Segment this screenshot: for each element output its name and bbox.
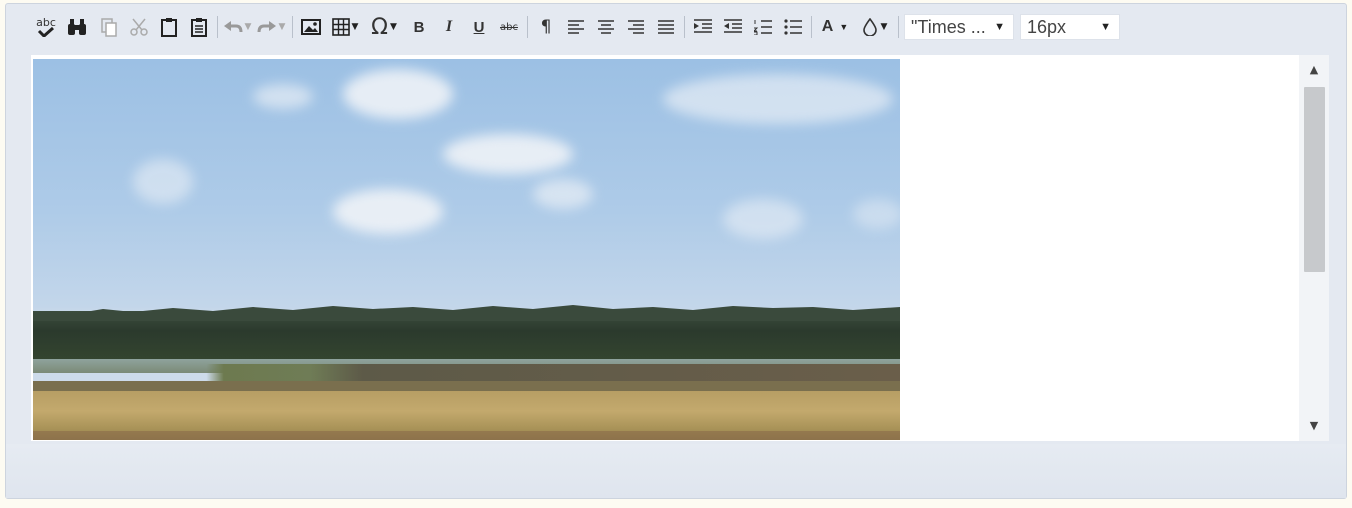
- scroll-up-icon[interactable]: ▲: [1299, 59, 1329, 79]
- scrollbar-thumb[interactable]: [1304, 87, 1325, 272]
- toolbar-separator: [898, 16, 899, 38]
- align-justify-button[interactable]: [651, 13, 681, 41]
- image-icon: [301, 19, 321, 35]
- pilcrow-icon: ¶: [540, 17, 552, 37]
- outdent-button[interactable]: [718, 13, 748, 41]
- photo-cloud: [333, 189, 443, 234]
- bold-button[interactable]: B: [404, 13, 434, 41]
- paste-text-button[interactable]: [184, 13, 214, 41]
- droplet-icon: [862, 18, 877, 36]
- strikethrough-button[interactable]: abc: [494, 13, 524, 41]
- scroll-down-icon[interactable]: ▼: [1299, 415, 1329, 435]
- toolbar-separator: [527, 16, 528, 38]
- ordered-list-icon: [754, 19, 772, 35]
- insert-symbol-button[interactable]: Ω ▼: [364, 13, 404, 41]
- spellcheck-button[interactable]: abc: [32, 13, 60, 41]
- clipboard-text-icon: [190, 17, 208, 37]
- align-right-icon: [628, 20, 644, 34]
- insert-image-button[interactable]: [296, 13, 326, 41]
- table-icon: [331, 18, 350, 36]
- toolbar-separator: [292, 16, 293, 38]
- photo-cloud: [343, 69, 453, 119]
- photo-cloud: [533, 179, 593, 209]
- omega-icon: Ω: [371, 14, 388, 40]
- editor-content-area[interactable]: [31, 55, 1299, 441]
- paste-button[interactable]: [154, 13, 184, 41]
- align-justify-icon: [658, 20, 674, 34]
- photo-cloud: [723, 199, 803, 239]
- paragraph-button[interactable]: ¶: [531, 13, 561, 41]
- italic-label: I: [445, 18, 453, 35]
- photo-cloud: [133, 159, 193, 204]
- redo-icon: [257, 20, 277, 34]
- copy-button[interactable]: [94, 13, 124, 41]
- ordered-list-button[interactable]: [748, 13, 778, 41]
- chevron-down-icon: ▼: [1100, 21, 1111, 33]
- binoculars-icon: [66, 18, 88, 36]
- toolbar-separator: [811, 16, 812, 38]
- bold-label: B: [413, 18, 425, 36]
- chevron-down-icon: ▼: [351, 22, 359, 32]
- spellcheck-label: abc: [36, 15, 56, 29]
- editor-toolbar: abc ▼ ▼ ▼ Ω ▼ B I U abc ¶ A ▼ ▼ "Times .…: [6, 4, 1296, 50]
- chevron-down-icon: ▼: [994, 21, 1005, 33]
- landscape-photo[interactable]: [33, 59, 900, 440]
- undo-button[interactable]: ▼: [221, 13, 253, 41]
- outdent-icon: [724, 19, 742, 35]
- align-center-icon: [598, 20, 614, 34]
- chevron-down-icon: ▼: [880, 22, 888, 32]
- bullet-list-icon: [784, 19, 802, 35]
- scissors-icon: [129, 17, 149, 37]
- redo-button[interactable]: ▼: [253, 13, 289, 41]
- photo-treetops: [33, 305, 900, 321]
- chevron-down-icon: ▼: [244, 22, 252, 32]
- underline-button[interactable]: U: [464, 13, 494, 41]
- strikethrough-label: abc: [500, 21, 518, 33]
- photo-mud: [33, 431, 900, 440]
- cut-button[interactable]: [124, 13, 154, 41]
- vertical-scrollbar[interactable]: ▲ ▼: [1299, 55, 1329, 441]
- font-color-label: A: [821, 18, 834, 35]
- font-color-button[interactable]: A ▼: [815, 13, 855, 41]
- clipboard-icon: [160, 17, 178, 37]
- underline-label: U: [473, 18, 485, 36]
- align-left-button[interactable]: [561, 13, 591, 41]
- chevron-down-icon: ▼: [278, 22, 286, 32]
- indent-icon: [694, 19, 712, 35]
- editor-status-bar: [6, 444, 1346, 498]
- background-color-button[interactable]: ▼: [855, 13, 895, 41]
- indent-button[interactable]: [688, 13, 718, 41]
- chevron-down-icon: ▼: [389, 22, 397, 32]
- align-center-button[interactable]: [591, 13, 621, 41]
- photo-cloud: [663, 74, 893, 124]
- align-right-button[interactable]: [621, 13, 651, 41]
- copy-icon: [100, 17, 118, 37]
- insert-table-button[interactable]: ▼: [326, 13, 364, 41]
- undo-icon: [223, 20, 243, 34]
- unordered-list-button[interactable]: [778, 13, 808, 41]
- toolbar-separator: [217, 16, 218, 38]
- font-size-dropdown[interactable]: 16px ▼: [1020, 14, 1120, 40]
- photo-cloud: [443, 134, 573, 174]
- align-left-icon: [568, 20, 584, 34]
- italic-button[interactable]: I: [434, 13, 464, 41]
- font-size-value: 16px: [1027, 16, 1067, 37]
- photo-cloud: [253, 84, 313, 109]
- check-icon: [37, 26, 55, 37]
- photo-cloud: [853, 199, 900, 229]
- rich-text-editor: abc ▼ ▼ ▼ Ω ▼ B I U abc ¶ A ▼ ▼ "Times .…: [5, 3, 1347, 499]
- chevron-down-icon: ▼: [839, 22, 849, 32]
- font-family-value: "Times ...: [911, 16, 986, 37]
- toolbar-separator: [684, 16, 685, 38]
- font-family-dropdown[interactable]: "Times ... ▼: [904, 14, 1014, 40]
- find-button[interactable]: [60, 13, 94, 41]
